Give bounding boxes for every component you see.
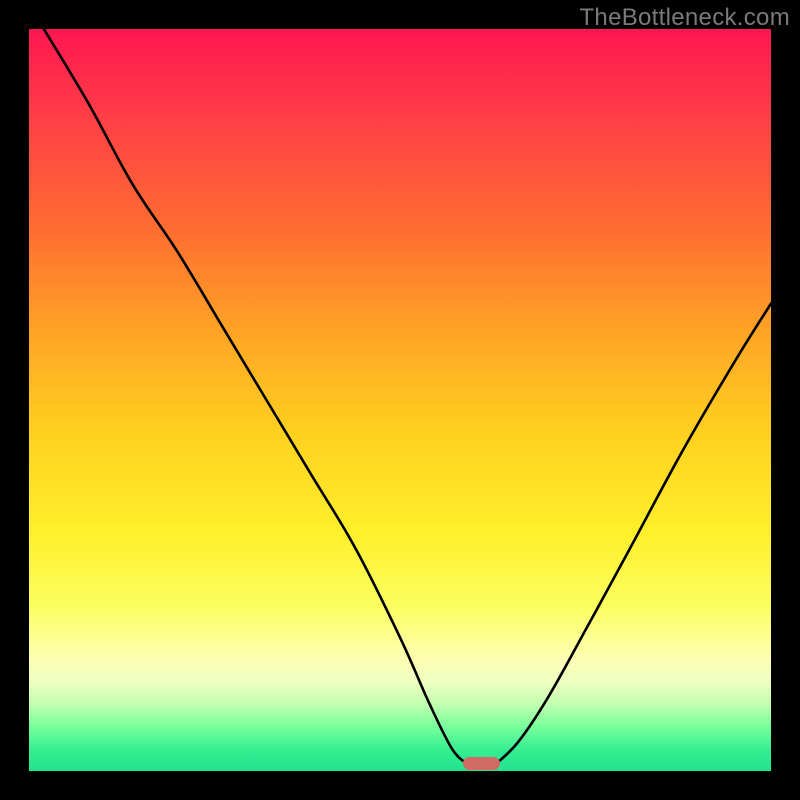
watermark-label: TheBottleneck.com: [579, 4, 790, 32]
bottleneck-curves: [29, 29, 771, 771]
optimal-marker: [463, 757, 500, 770]
left-curve: [44, 29, 467, 764]
plot-area: [29, 29, 771, 771]
right-curve: [496, 304, 771, 764]
chart-frame: TheBottleneck.com: [0, 0, 800, 800]
